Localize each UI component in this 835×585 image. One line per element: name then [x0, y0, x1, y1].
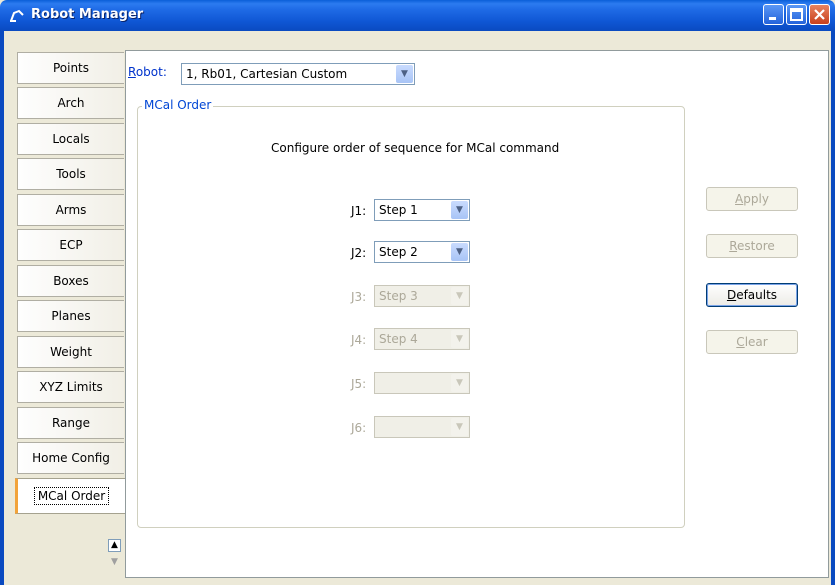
tab-arch[interactable]: Arch	[17, 87, 124, 119]
group-title: MCal Order	[142, 98, 214, 112]
tab-arms[interactable]: Arms	[17, 194, 124, 226]
robot-select-value: 1, Rb01, Cartesian Custom	[186, 67, 348, 81]
restore-button[interactable]: Restore	[706, 234, 798, 258]
tab-weight[interactable]: Weight	[17, 336, 124, 368]
chevron-down-icon[interactable]: ▼	[396, 65, 413, 83]
robot-arm-icon	[9, 7, 27, 23]
chevron-down-icon: ▼	[451, 330, 468, 348]
clear-button[interactable]: Clear	[706, 330, 798, 354]
robot-select[interactable]: 1, Rb01, Cartesian Custom ▼	[181, 63, 415, 85]
defaults-button[interactable]: Defaults	[706, 283, 798, 307]
chevron-up-icon: ▲	[111, 540, 118, 550]
chevron-down-icon: ▼	[451, 374, 468, 392]
j5-label: J5:	[351, 377, 367, 391]
tab-scroll-up-button[interactable]: ▲	[108, 539, 121, 552]
maximize-icon	[790, 8, 803, 21]
maximize-button[interactable]	[786, 4, 807, 25]
robot-label: Robot:	[128, 65, 167, 79]
j6-select: ▼	[374, 416, 470, 438]
j2-select[interactable]: Step 2 ▼	[374, 241, 470, 263]
j4-select: Step 4 ▼	[374, 328, 470, 350]
robot-manager-window: Robot Manager Points Arch Locals Tools A…	[0, 0, 835, 585]
chevron-down-icon: ▼	[111, 557, 118, 567]
tab-scroll-down-button[interactable]: ▼	[108, 556, 121, 569]
tab-mcal-order[interactable]: MCal Order	[15, 478, 126, 514]
title-bar[interactable]: Robot Manager	[0, 0, 835, 31]
window-frame-right	[831, 31, 835, 585]
group-description: Configure order of sequence for MCal com…	[271, 141, 560, 155]
chevron-down-icon: ▼	[451, 418, 468, 436]
tab-range[interactable]: Range	[17, 407, 124, 439]
chevron-down-icon[interactable]: ▼	[451, 201, 468, 219]
j1-label: J1:	[351, 204, 367, 218]
minimize-button[interactable]	[763, 4, 784, 25]
apply-button[interactable]: Apply	[706, 187, 798, 211]
chevron-down-icon[interactable]: ▼	[451, 243, 468, 261]
tab-home-config[interactable]: Home Config	[17, 442, 124, 474]
tab-tools[interactable]: Tools	[17, 158, 124, 190]
tab-planes[interactable]: Planes	[17, 300, 124, 332]
j5-select: ▼	[374, 372, 470, 394]
window-title: Robot Manager	[31, 7, 144, 22]
j3-label: J3:	[351, 290, 367, 304]
mcal-order-group	[137, 106, 685, 528]
tab-ecp[interactable]: ECP	[17, 229, 124, 261]
close-button[interactable]	[809, 4, 830, 25]
tab-boxes[interactable]: Boxes	[17, 265, 124, 297]
chevron-down-icon: ▼	[451, 287, 468, 305]
j1-select[interactable]: Step 1 ▼	[374, 199, 470, 221]
j4-label: J4:	[351, 333, 367, 347]
window-frame-left	[0, 31, 4, 585]
j2-label: J2:	[351, 246, 367, 260]
minimize-icon	[769, 17, 776, 20]
j6-label: J6:	[351, 421, 367, 435]
tab-xyz-limits[interactable]: XYZ Limits	[17, 371, 124, 403]
tab-locals[interactable]: Locals	[17, 123, 124, 155]
close-icon	[814, 9, 825, 20]
tab-points[interactable]: Points	[17, 52, 124, 84]
j3-select: Step 3 ▼	[374, 285, 470, 307]
